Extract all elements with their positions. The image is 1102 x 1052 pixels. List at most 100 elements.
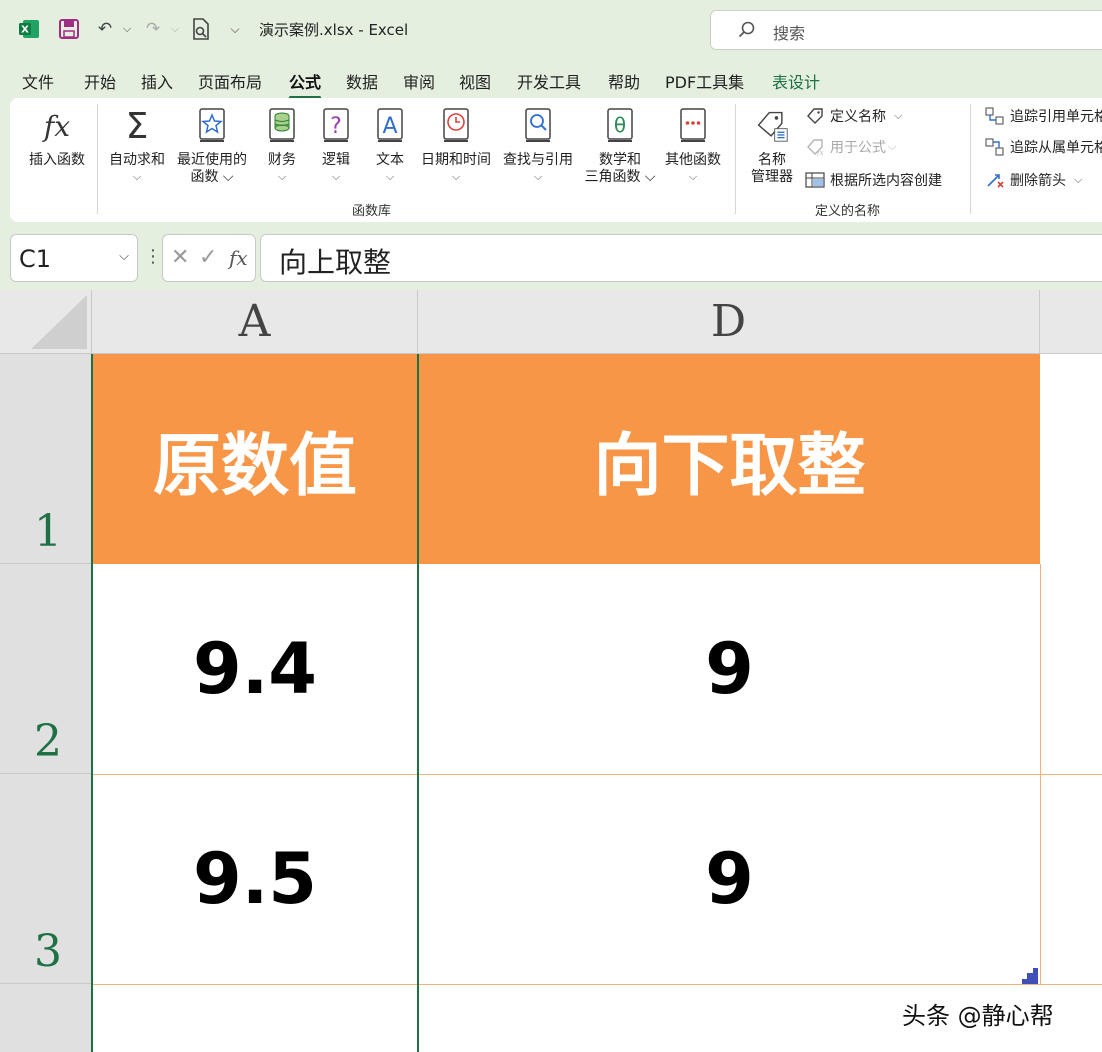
customize-toolbar-chevron-icon[interactable]: ⌵ [222,14,248,44]
text-functions-button[interactable]: A 文本 ⌵ [370,106,410,183]
chevron-down-icon: ⌵ [888,140,897,153]
define-name-button[interactable]: 定义名称 ⌵ [804,105,902,127]
group-label-function-library: 函数库 [352,204,392,219]
tab-formulas[interactable]: 公式 [289,69,322,99]
svg-text:X: X [21,25,29,36]
column-header-a[interactable]: A [92,290,418,354]
enter-check-icon[interactable]: ✓ [199,245,217,270]
group-label-defined-names: 定义的名称 [815,204,881,219]
cell-a1[interactable]: 原数值 [92,354,418,564]
tab-table-design[interactable]: 表设计 [772,69,820,93]
trace-dependents-button[interactable]: 追踪从属单元格 [984,136,1102,158]
lookup-magnifier-icon [521,106,555,146]
search-icon [737,20,757,44]
more-functions-button[interactable]: 其他函数 ⌵ [660,106,726,183]
chevron-down-icon: ⌵ [385,170,395,183]
row-header-3[interactable]: 3 [0,774,92,984]
name-box[interactable]: C1 ⌵ [10,234,138,282]
row-header-1[interactable]: 1 [0,354,92,564]
trace-precedents-button[interactable]: 追踪引用单元格 [984,105,1102,127]
cell-a3[interactable]: 9.5 [92,774,418,984]
excel-logo-icon: X [16,14,42,44]
vertical-dots-icon[interactable]: ⋮ [144,246,162,267]
chevron-down-icon: ⌵ [894,109,903,122]
sigma-icon: Σ [125,105,149,147]
chevron-down-icon: ⌵ [451,170,461,183]
date-time-button[interactable]: 日期和时间 ⌵ [416,106,496,183]
worksheet-grid: A D 1 2 3 原数值 向下取整 9.4 9 9.5 9 [0,290,1102,1052]
tab-developer[interactable]: 开发工具 [517,69,581,93]
undo-dropdown-chevron-icon[interactable]: ⌵ [114,14,140,44]
watermark-text: 头条 @静心帮 [902,1002,1054,1030]
tab-view[interactable]: 视图 [459,69,491,93]
financial-coins-icon [265,106,299,146]
chevron-down-icon: ⌵ [277,170,287,183]
insert-function-button[interactable]: fx 插入函数 [26,106,88,169]
tab-pdf-tools[interactable]: PDF工具集 [665,69,744,93]
recently-used-button[interactable]: 最近使用的 函数 ⌵ [173,106,251,186]
chevron-down-icon: ⌵ [688,170,698,183]
search-input[interactable]: 搜索 [710,10,1102,50]
cell-a2[interactable]: 9.4 [92,564,418,774]
svg-text:fx: fx [816,149,824,156]
tab-insert[interactable]: 插入 [141,69,173,93]
trace-dependents-icon [984,137,1006,157]
svg-text:θ: θ [614,113,626,137]
remove-arrows-icon [984,170,1006,190]
chevron-down-icon: ⌵ [533,170,543,183]
cell-d3[interactable]: 9 [419,774,1040,984]
use-in-formula-button[interactable]: fx 用于公式 ⌵ [804,136,896,158]
recent-star-book-icon [195,106,229,146]
clock-icon [439,106,473,146]
more-dots-icon [676,106,710,146]
ribbon-formulas: fx 插入函数 Σ 自动求和 ⌵ 最近使用的 函数 ⌵ 财务 ⌵ ? 逻辑 ⌵ A [10,98,1102,222]
define-name-tag-icon [804,106,826,126]
column-header-d[interactable]: D [418,290,1040,354]
use-in-formula-icon: fx [804,137,826,157]
svg-text:A: A [382,114,397,139]
insert-function-fx-icon[interactable]: fx [229,246,248,270]
row-header-4[interactable] [0,984,92,1052]
table-resize-handle-icon[interactable] [1022,968,1038,984]
name-tag-icon [755,106,789,146]
name-manager-button[interactable]: 名称 管理器 [744,106,800,186]
ribbon-tab-bar: 文件 开始 插入 页面布局 公式 数据 审阅 视图 开发工具 帮助 PDF工具集… [0,60,1102,99]
fx-icon: fx [43,109,71,143]
math-trig-button[interactable]: θ 数学和 三角函数 ⌵ [580,106,660,186]
formula-bar: C1 ⌵ ⋮ ✕ ✓ fx 向上取整 [0,228,1102,290]
cell-d1[interactable]: 向下取整 [419,354,1040,564]
chevron-down-icon: ⌵ [1074,173,1083,186]
create-from-selection-button[interactable]: 根据所选内容创建 [804,169,942,191]
column-header-next[interactable] [1040,290,1102,354]
row-header-2[interactable]: 2 [0,564,92,774]
financial-button[interactable]: 财务 ⌵ [262,106,302,183]
title-bar: X ↶ ⌵ ↷ ⌵ ⌵ 演示案例.xlsx - Excel 搜索 [0,0,1102,60]
print-preview-icon[interactable] [188,14,214,44]
save-icon[interactable] [56,14,82,44]
select-all-button[interactable] [0,290,92,354]
tab-help[interactable]: 帮助 [608,69,640,93]
chevron-down-icon[interactable]: ⌵ [119,249,129,264]
tab-home[interactable]: 开始 [84,69,116,93]
document-title: 演示案例.xlsx - Excel [259,21,409,39]
theta-icon: θ [603,106,637,146]
remove-arrows-button[interactable]: 删除箭头 ⌵ [984,169,1082,191]
autosum-button[interactable]: Σ 自动求和 ⌵ [106,106,168,183]
logical-button[interactable]: ? 逻辑 ⌵ [316,106,356,183]
formula-input[interactable]: 向上取整 [260,234,1102,282]
chevron-down-icon: ⌵ [132,170,142,183]
cell-d2[interactable]: 9 [419,564,1040,774]
svg-text:?: ? [330,114,342,139]
tab-page-layout[interactable]: 页面布局 [198,69,262,93]
tab-file[interactable]: 文件 [22,69,54,93]
redo-dropdown-chevron-icon[interactable]: ⌵ [162,14,188,44]
tab-review[interactable]: 审阅 [403,69,435,93]
tab-data[interactable]: 数据 [346,69,378,93]
cancel-icon[interactable]: ✕ [171,245,189,270]
lookup-reference-button[interactable]: 查找与引用 ⌵ [498,106,578,183]
formula-buttons: ✕ ✓ fx [162,234,256,282]
trace-precedents-icon [984,106,1006,126]
chevron-down-icon: ⌵ [331,170,341,183]
create-from-selection-icon [804,170,826,190]
logical-question-icon: ? [319,106,353,146]
